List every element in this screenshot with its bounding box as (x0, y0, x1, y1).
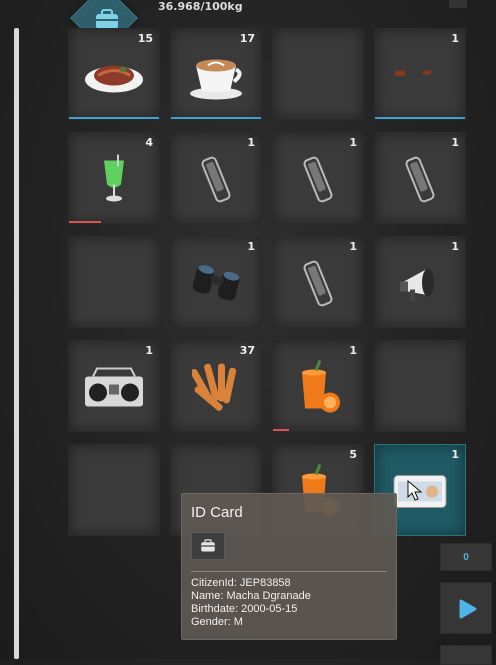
orange-juice-icon (296, 358, 340, 421)
durability-bar (171, 117, 261, 119)
use-button[interactable] (440, 582, 492, 634)
inventory-slot-4[interactable]: 1 (374, 28, 466, 120)
inventory-slot-14[interactable]: 37 (170, 340, 262, 432)
inventory-slot-8[interactable]: 1 (374, 132, 466, 224)
slot-count: 5 (349, 448, 357, 461)
scrollbar[interactable] (14, 28, 19, 659)
boombox-icon (83, 366, 145, 413)
slot-count: 1 (451, 136, 459, 149)
play-icon (459, 599, 477, 619)
tooltip-bag-button[interactable] (191, 532, 225, 560)
birthdate-line: Birthdate: 2000-05-15 (191, 603, 298, 615)
window-control[interactable] (449, 0, 467, 8)
phone-icon (199, 155, 233, 208)
phone-icon (301, 155, 335, 208)
inventory-slot-7[interactable]: 1 (272, 132, 364, 224)
inventory-slot-1[interactable]: 15 (68, 28, 160, 120)
durability-bar (375, 117, 465, 119)
slot-count: 4 (145, 136, 153, 149)
inventory-slot-5[interactable]: 4 (68, 132, 160, 224)
slot-count: 1 (451, 32, 459, 45)
phone-icon (403, 155, 437, 208)
inventory-slot-3[interactable] (272, 28, 364, 120)
item-tooltip: ID Card CitizenId: JEP83858 Name: Macha … (181, 493, 397, 640)
slot-count: 1 (145, 344, 153, 357)
slot-count: 15 (137, 32, 153, 45)
rifle-icon (387, 63, 453, 92)
side-button-3[interactable] (440, 645, 492, 665)
inventory-slot-2[interactable]: 17 (170, 28, 262, 120)
slot-count: 1 (247, 136, 255, 149)
weight-readout: 36.968/100kg (158, 0, 243, 13)
amount-input[interactable]: 0 (440, 543, 492, 571)
inventory-slot-17[interactable] (68, 444, 160, 536)
tooltip-divider (191, 571, 387, 572)
inventory-slot-6[interactable]: 1 (170, 132, 262, 224)
steak-icon (83, 55, 145, 100)
inventory-slot-12[interactable]: 1 (374, 236, 466, 328)
slot-count: 1 (247, 240, 255, 253)
slot-count: 37 (239, 344, 255, 357)
durability-bar (69, 221, 101, 223)
slot-count: 17 (239, 32, 255, 45)
slot-count: 1 (451, 240, 459, 253)
slot-count: 1 (451, 448, 459, 461)
inventory-slot-10[interactable]: 1 (170, 236, 262, 328)
citizen-id-line: CitizenId: JEP83858 (191, 577, 291, 589)
ammo-icon (190, 359, 240, 420)
mouse-cursor-icon (407, 480, 423, 501)
backpack-icon (201, 539, 215, 552)
durability-bar (69, 117, 159, 119)
coffee-icon (188, 49, 244, 106)
slot-count: 1 (349, 344, 357, 357)
amount-value: 0 (463, 552, 469, 563)
durability-bar (273, 429, 290, 431)
tooltip-title: ID Card (191, 504, 243, 521)
megaphone-icon (396, 261, 444, 310)
name-line: Name: Macha Dgranade (191, 590, 311, 602)
inventory-slot-15[interactable]: 1 (272, 340, 364, 432)
inventory-slot-11[interactable]: 1 (272, 236, 364, 328)
binoculars-icon (188, 262, 244, 309)
inventory-slot-13[interactable]: 1 (68, 340, 160, 432)
inventory-slot-16[interactable] (374, 340, 466, 432)
inventory-slot-9[interactable] (68, 236, 160, 328)
tooltip-details: CitizenId: JEP83858 Name: Macha Dgranade… (191, 577, 311, 629)
green-cocktail-icon (101, 154, 127, 209)
slot-count: 1 (349, 136, 357, 149)
slot-count: 1 (349, 240, 357, 253)
gender-line: Gender: M (191, 616, 243, 628)
phone-icon (301, 259, 335, 312)
